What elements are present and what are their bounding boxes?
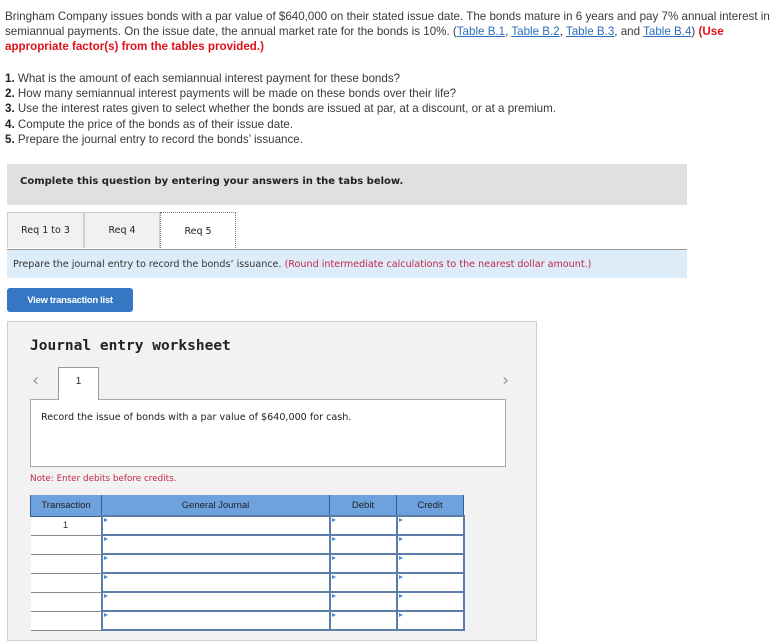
account-select[interactable] <box>100 572 331 593</box>
transaction-number <box>30 573 102 593</box>
account-select[interactable] <box>100 515 331 536</box>
debit-input[interactable] <box>328 610 398 631</box>
table-b3-link[interactable]: Table B.3 <box>566 25 614 38</box>
debits-credits-note: Note: Enter debits before credits. <box>30 474 177 484</box>
column-header-general-journal: General Journal <box>101 495 330 517</box>
credit-input[interactable] <box>395 534 465 555</box>
chevron-left-icon[interactable]: ‹ <box>32 370 39 391</box>
credit-input[interactable] <box>395 591 465 612</box>
account-select[interactable] <box>100 553 331 574</box>
rounding-note: (Round intermediate calculations to the … <box>284 259 592 270</box>
credit-input[interactable] <box>395 553 465 574</box>
table-row <box>30 572 465 593</box>
problem-statement: Bringham Company issues bonds with a par… <box>5 10 770 53</box>
requirement-item: 4. Compute the price of the bonds as of … <box>5 117 294 131</box>
credit-input[interactable] <box>395 515 465 536</box>
journal-table: Transaction General Journal Debit Credit… <box>30 495 465 631</box>
transaction-number: 1 <box>30 516 102 536</box>
table-row <box>30 534 465 555</box>
requirement-item: 1. What is the amount of each semiannual… <box>5 72 401 85</box>
table-b4-link[interactable]: Table B.4 <box>643 25 691 38</box>
account-select[interactable] <box>100 534 331 555</box>
transaction-number <box>30 592 102 612</box>
chevron-right-icon[interactable]: › <box>502 370 509 391</box>
table-row <box>30 591 465 612</box>
column-header-transaction: Transaction <box>30 495 102 517</box>
table-row <box>30 553 465 574</box>
credit-input[interactable] <box>395 572 465 593</box>
transaction-description: Record the issue of bonds with a par val… <box>41 412 352 423</box>
worksheet-title: Journal entry worksheet <box>30 338 231 354</box>
column-header-debit: Debit <box>329 495 397 517</box>
requirements-list: 1. What is the amount of each semiannual… <box>5 71 556 147</box>
tab-req-4[interactable]: Req 4 <box>84 212 160 248</box>
transaction-number <box>30 535 102 555</box>
table-b1-link[interactable]: Table B.1 <box>457 25 505 38</box>
debit-input[interactable] <box>328 515 398 536</box>
transaction-description-box: Record the issue of bonds with a par val… <box>30 399 506 467</box>
debit-input[interactable] <box>328 591 398 612</box>
transaction-number <box>30 554 102 574</box>
debit-input[interactable] <box>328 572 398 593</box>
account-select[interactable] <box>100 591 331 612</box>
tab-instructions: Prepare the journal entry to record the … <box>7 250 687 278</box>
requirement-item: 5. Prepare the journal entry to record t… <box>5 132 303 146</box>
tab-req-1-to-3[interactable]: Req 1 to 3 <box>7 212 84 248</box>
account-select[interactable] <box>100 610 331 631</box>
view-transaction-list-button[interactable]: View transaction list <box>7 288 133 312</box>
question-banner: Complete this question by entering your … <box>7 164 687 205</box>
table-b2-link[interactable]: Table B.2 <box>511 25 559 38</box>
requirement-item: 3. Use the interest rates given to selec… <box>5 102 557 116</box>
column-header-credit: Credit <box>396 495 464 517</box>
credit-input[interactable] <box>395 610 465 631</box>
journal-entry-worksheet: Journal entry worksheet ‹ › 1 Record the… <box>7 321 537 641</box>
transaction-number <box>30 611 102 631</box>
debit-input[interactable] <box>328 553 398 574</box>
transaction-tab-1[interactable]: 1 <box>58 367 99 400</box>
debit-input[interactable] <box>328 534 398 555</box>
table-row <box>30 610 465 631</box>
tab-req-5[interactable]: Req 5 <box>160 212 236 250</box>
requirement-item: 2. How many semiannual interest payments… <box>5 87 457 101</box>
table-row: 1 <box>30 515 465 536</box>
